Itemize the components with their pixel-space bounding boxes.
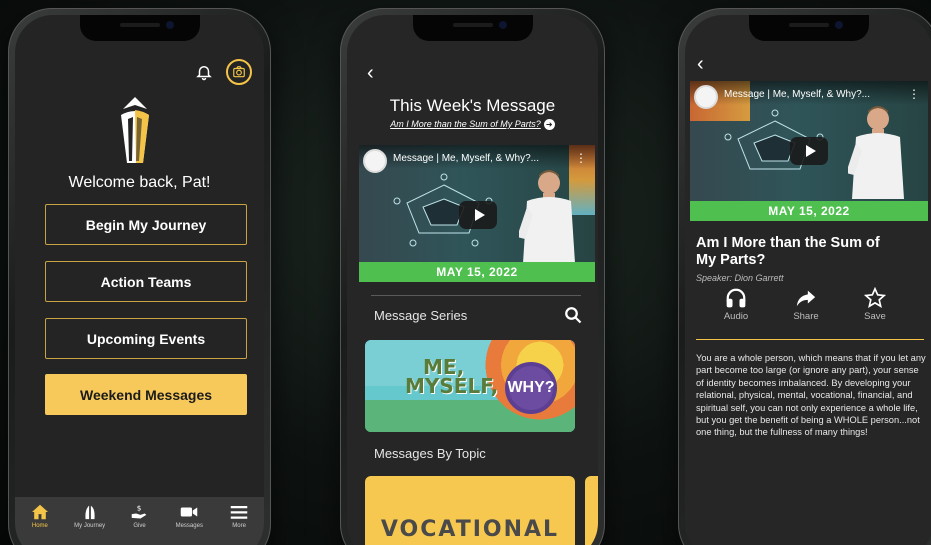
- tab-messages[interactable]: Messages: [167, 504, 211, 545]
- messages-screen: ‹ This Week's Message Am I More than the…: [347, 15, 598, 545]
- play-button[interactable]: [459, 201, 497, 229]
- begin-my-journey-button[interactable]: Begin My Journey: [45, 204, 247, 245]
- message-description: You are a whole person, which means that…: [696, 353, 926, 438]
- svg-text:$: $: [137, 504, 142, 513]
- bell-icon[interactable]: [195, 63, 213, 81]
- home-icon: [31, 504, 48, 520]
- action-teams-button[interactable]: Action Teams: [45, 261, 247, 302]
- headphones-icon: [726, 288, 746, 308]
- divider: [696, 339, 924, 340]
- message-detail-screen: ‹ Message | Me, Myself, & Why?... ⋮ MAY …: [685, 15, 931, 545]
- series-card-me-myself-why[interactable]: ME, MYSELF, & WHY?: [365, 340, 575, 432]
- channel-logo: [694, 85, 718, 109]
- menu-icon: [230, 506, 248, 519]
- share-label: Share: [793, 311, 819, 322]
- video-title: Message | Me, Myself, & Why?...: [724, 89, 870, 100]
- audio-label: Audio: [723, 311, 749, 322]
- topic-card-next[interactable]: [585, 476, 598, 545]
- more-options-icon[interactable]: ⋮: [908, 87, 920, 101]
- notch: [412, 15, 533, 41]
- phone-home-screen: Welcome back, Pat! Begin My Journey Acti…: [8, 8, 271, 545]
- video-date-banner: MAY 15, 2022: [359, 262, 595, 282]
- back-button[interactable]: ‹: [697, 53, 704, 76]
- search-icon[interactable]: [564, 306, 582, 329]
- tab-more[interactable]: More: [217, 504, 261, 545]
- play-button[interactable]: [790, 137, 828, 165]
- tab-give[interactable]: $ Give: [117, 504, 161, 545]
- speaker-name: Speaker: Dion Garrett: [696, 273, 784, 283]
- message-series-label: Message Series: [374, 308, 468, 323]
- welcome-text: Welcome back, Pat!: [68, 174, 211, 191]
- journey-icon: [85, 504, 95, 520]
- notch: [79, 15, 200, 41]
- more-options-icon[interactable]: ⋮: [575, 151, 587, 165]
- messages-by-topic-label: Messages By Topic: [374, 446, 486, 461]
- star-icon: [864, 287, 886, 308]
- tab-home[interactable]: Home: [18, 504, 62, 545]
- phone-messages-screen: ‹ This Week's Message Am I More than the…: [340, 8, 605, 545]
- save-button[interactable]: Save: [855, 287, 895, 322]
- arrow-right-icon: ➜: [543, 119, 555, 131]
- phone-message-detail-screen: ‹ Message | Me, Myself, & Why?... ⋮ MAY …: [678, 8, 931, 545]
- church-logo-icon: [113, 95, 157, 165]
- give-icon: $: [132, 504, 147, 519]
- message-title: Am I More than the Sum of My Parts?: [696, 235, 880, 268]
- topic-card-vocational[interactable]: VOCATIONAL: [365, 476, 575, 545]
- current-message-title: Am I More than the Sum of My Parts?: [390, 119, 541, 129]
- bottom-tab-bar: Home My Journey $ Give Messages More: [15, 497, 264, 545]
- save-label: Save: [864, 311, 886, 322]
- tab-label: Home: [31, 523, 48, 529]
- tab-label: Give: [133, 523, 146, 529]
- page-title: This Week's Message: [389, 96, 556, 115]
- audio-button[interactable]: Audio: [716, 287, 756, 322]
- why-badge: WHY?: [505, 362, 557, 414]
- tab-label: Messages: [175, 523, 203, 529]
- tab-my-journey[interactable]: My Journey: [68, 504, 112, 545]
- current-message-link[interactable]: Am I More than the Sum of My Parts? ➜: [347, 119, 598, 131]
- channel-logo: [363, 149, 387, 173]
- video-player[interactable]: Message | Me, Myself, & Why?... ⋮ MAY 15…: [690, 81, 928, 221]
- divider: [371, 295, 581, 296]
- tab-label: My Journey: [74, 523, 106, 529]
- tab-label: More: [232, 523, 246, 529]
- home-screen: Welcome back, Pat! Begin My Journey Acti…: [15, 15, 264, 545]
- share-button[interactable]: Share: [786, 287, 826, 322]
- video-icon: [181, 507, 198, 517]
- camera-icon[interactable]: [226, 59, 252, 85]
- back-button[interactable]: ‹: [367, 62, 374, 85]
- video-date-banner: MAY 15, 2022: [690, 201, 928, 221]
- weekend-messages-button[interactable]: Weekend Messages: [45, 374, 247, 415]
- video-title: Message | Me, Myself, & Why?...: [393, 153, 539, 164]
- share-icon: [796, 290, 816, 307]
- upcoming-events-button[interactable]: Upcoming Events: [45, 318, 247, 359]
- notch: [749, 15, 869, 41]
- video-player[interactable]: Message | Me, Myself, & Why?... ⋮ MAY 15…: [359, 145, 595, 282]
